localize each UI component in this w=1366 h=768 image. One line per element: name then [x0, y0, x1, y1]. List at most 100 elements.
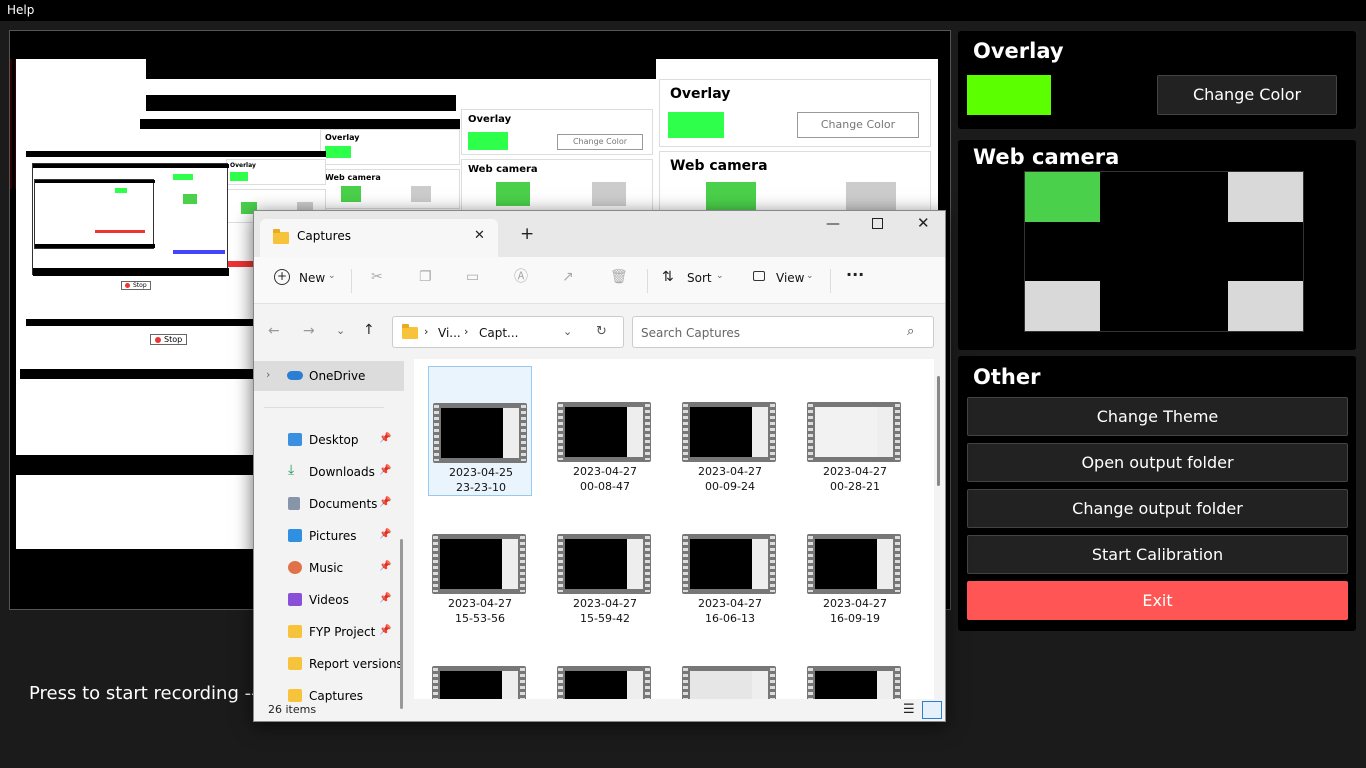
- video-thumbnail: [433, 403, 527, 463]
- video-thumbnail: [557, 666, 651, 699]
- file-item[interactable]: 2023-04-27 00-08-47: [553, 366, 657, 496]
- search-input[interactable]: Search Captures ⌕: [632, 316, 934, 348]
- tab-title: Captures: [297, 229, 351, 243]
- up-arrow-icon[interactable]: ↑: [363, 323, 375, 337]
- nav-item-desktop[interactable]: Desktop 📌: [254, 425, 404, 455]
- open-output-folder-button[interactable]: Open output folder: [967, 443, 1348, 482]
- file-item[interactable]: [678, 630, 782, 699]
- new-plus-icon[interactable]: +: [274, 269, 290, 285]
- change-output-folder-button[interactable]: Change output folder: [967, 489, 1348, 528]
- nav-item-report-versions[interactable]: Report versions: [254, 649, 404, 679]
- exit-button[interactable]: Exit: [967, 581, 1348, 620]
- calibration-square-bottom-right: [1228, 281, 1303, 331]
- file-item[interactable]: [803, 630, 907, 699]
- paste-icon[interactable]: ▭: [466, 270, 479, 284]
- view-button[interactable]: View: [776, 271, 804, 285]
- folder-icon: [288, 625, 302, 638]
- explorer-toolbar: + New ⌄ ✂ ❐ ▭ Ⓐ ↗ 🗑 ⇅ Sort ⌄ View ⌄ ···: [254, 257, 945, 304]
- pin-icon: 📌: [379, 529, 392, 540]
- share-icon[interactable]: ↗: [562, 270, 574, 284]
- other-title: Other: [973, 365, 1041, 389]
- webcam-title: Web camera: [973, 145, 1120, 169]
- file-item[interactable]: [428, 630, 532, 699]
- recent-locations-icon[interactable]: ⌄: [336, 325, 345, 336]
- maximize-icon[interactable]: [872, 218, 883, 229]
- video-thumbnail: [557, 534, 651, 594]
- file-item[interactable]: 2023-04-25 23-23-10: [428, 366, 532, 496]
- pin-icon: 📌: [379, 433, 392, 444]
- nav-item-videos[interactable]: Videos 📌: [254, 585, 404, 615]
- file-item[interactable]: 2023-04-27 16-09-19: [803, 498, 907, 628]
- sort-button[interactable]: Sort: [687, 271, 712, 285]
- file-item[interactable]: 2023-04-27 16-06-13: [678, 498, 782, 628]
- chevron-right-icon[interactable]: ›: [266, 369, 270, 380]
- minimize-icon[interactable]: —: [826, 217, 840, 231]
- folder-icon: [288, 689, 302, 702]
- view-icon[interactable]: [753, 271, 765, 281]
- nav-item-onedrive[interactable]: › OneDrive: [254, 361, 404, 391]
- folder-icon: [288, 657, 302, 670]
- nav-item-documents[interactable]: Documents 📌: [254, 489, 404, 519]
- explorer-tab[interactable]: Captures ✕: [260, 219, 498, 257]
- nav-item-music[interactable]: Music 📌: [254, 553, 404, 583]
- file-item[interactable]: 2023-04-27 15-59-42: [553, 498, 657, 628]
- video-thumbnail: [682, 402, 776, 462]
- details-view-icon[interactable]: ☰: [903, 703, 915, 716]
- new-tab-icon[interactable]: +: [520, 226, 534, 243]
- preview-webcam-panel: Web camera: [659, 151, 931, 212]
- menu-help[interactable]: Help: [7, 3, 34, 17]
- navigation-pane: › OneDrive Desktop 📌 ⤓ Downloads 📌 Docum…: [254, 359, 404, 709]
- sort-icon[interactable]: ⇅: [662, 270, 674, 284]
- change-color-button[interactable]: Change Color: [1157, 75, 1337, 115]
- forward-arrow-icon[interactable]: →: [303, 324, 315, 338]
- file-item[interactable]: 2023-04-27 00-28-21: [803, 366, 907, 496]
- tiles-view-icon[interactable]: [922, 701, 942, 719]
- back-arrow-icon[interactable]: ←: [268, 324, 280, 338]
- videos-icon: [288, 593, 302, 606]
- pin-icon: 📌: [379, 497, 392, 508]
- explorer-titlebar: Captures ✕ + — ✕: [254, 211, 945, 257]
- rename-icon[interactable]: Ⓐ: [514, 270, 528, 284]
- copy-icon[interactable]: ❐: [419, 270, 432, 284]
- refresh-icon[interactable]: ↻: [596, 325, 607, 338]
- pin-icon: 📌: [379, 465, 392, 476]
- item-count: 26 items: [268, 703, 317, 716]
- nav-scrollbar[interactable]: [400, 539, 403, 709]
- webcam-calibration-grid: [1024, 171, 1304, 332]
- search-placeholder: Search Captures: [641, 326, 741, 340]
- folder-icon: [273, 229, 289, 244]
- search-icon[interactable]: ⌕: [907, 325, 914, 338]
- documents-icon: [288, 497, 300, 510]
- start-calibration-button[interactable]: Start Calibration: [967, 535, 1348, 574]
- delete-icon[interactable]: 🗑: [610, 270, 628, 284]
- overlay-panel: Overlay Change Color: [958, 31, 1356, 129]
- file-item[interactable]: 2023-04-27 00-09-24: [678, 366, 782, 496]
- file-item[interactable]: [553, 630, 657, 699]
- video-thumbnail: [432, 534, 526, 594]
- breadcrumb-separator-icon: ›: [464, 325, 469, 338]
- close-tab-icon[interactable]: ✕: [474, 229, 485, 242]
- cut-icon[interactable]: ✂: [371, 270, 383, 284]
- preview-overlay-panel: Overlay Change Color: [659, 79, 931, 147]
- breadcrumb-separator-icon: ›: [424, 325, 429, 338]
- more-options-icon[interactable]: ···: [846, 267, 864, 283]
- other-panel: Other Change Theme Open output folder Ch…: [958, 356, 1356, 631]
- recorder-app: Help Overlay Change Color Web camera Ove…: [0, 0, 1366, 768]
- breadcrumb-item[interactable]: Capt...: [479, 326, 519, 340]
- overlay-color-swatch: [967, 75, 1051, 115]
- close-window-icon[interactable]: ✕: [917, 216, 930, 231]
- address-bar[interactable]: › Vi... › Capt... ⌄ ↻: [392, 316, 624, 348]
- chevron-down-icon: ⌄: [328, 271, 336, 281]
- nav-item-pictures[interactable]: Pictures 📌: [254, 521, 404, 551]
- nav-item-downloads[interactable]: ⤓ Downloads 📌: [254, 457, 404, 487]
- breadcrumb-item[interactable]: Vi...: [438, 326, 461, 340]
- chevron-down-icon: ⌄: [806, 271, 814, 281]
- content-scrollbar[interactable]: [937, 376, 940, 486]
- change-theme-button[interactable]: Change Theme: [967, 397, 1348, 436]
- music-icon: [288, 561, 302, 574]
- nav-item-fyp-project[interactable]: FYP Project 📌: [254, 617, 404, 647]
- file-item[interactable]: 2023-04-27 15-53-56: [428, 498, 532, 628]
- chevron-down-icon[interactable]: ⌄: [563, 326, 572, 337]
- new-button[interactable]: New: [299, 271, 325, 285]
- file-explorer-window: Captures ✕ + — ✕ + New ⌄ ✂ ❐ ▭ Ⓐ ↗ 🗑 ⇅ S…: [253, 210, 946, 722]
